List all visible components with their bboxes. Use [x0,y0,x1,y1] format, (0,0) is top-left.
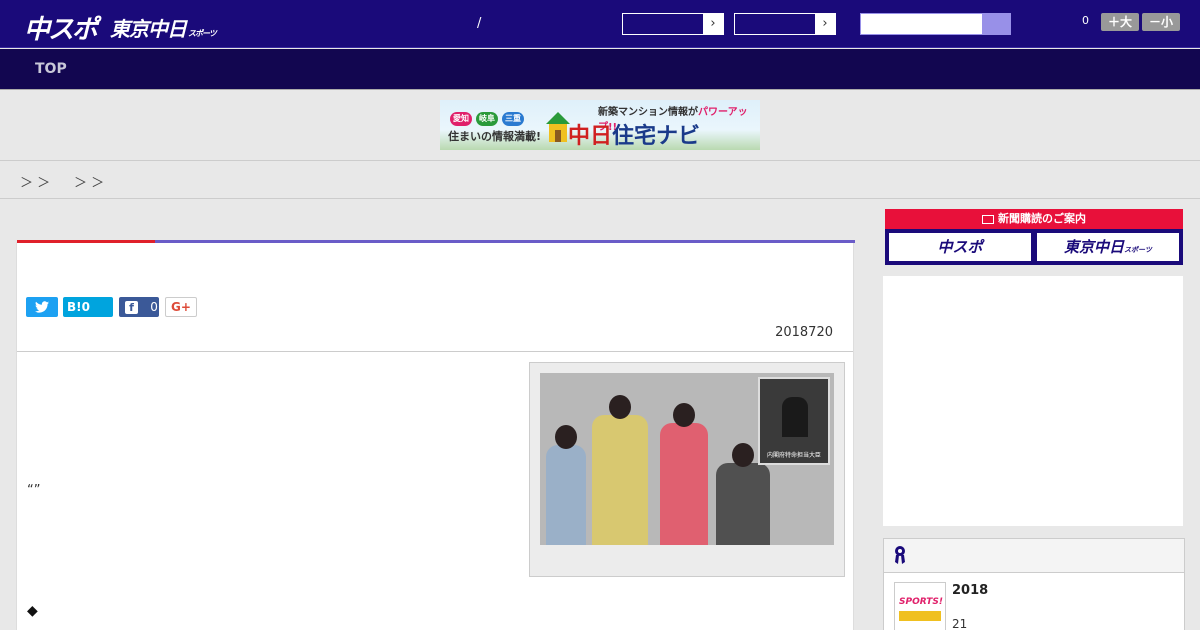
article-quote: “” [27,483,41,498]
article-date: 2018720 [775,325,833,340]
category-select-1[interactable]: › [622,13,724,35]
thumbnail-text: SPORTS! [899,597,943,607]
cast-head [609,395,631,419]
site-header: 中スポ 東京中日 スポーツ / › › 0 ＋大 －小 [0,0,1200,48]
banner-left-text: 住まいの情報満載! [448,130,542,143]
banner-top-text-main: 新築マンション情報が [598,107,698,118]
font-smaller-button[interactable]: －小 [1142,13,1180,31]
subscribe-tokyo-text: 東京中日 [1064,238,1125,256]
inset-caption: 内閣府特命担当大臣 [766,452,821,459]
subscribe-tokyo-button[interactable]: 東京中日スポーツ [1037,233,1179,261]
ranking-header [884,539,1184,573]
thumbnail-bar [899,611,941,621]
hatena-icon: B! [67,300,82,314]
twitter-icon [35,301,49,313]
breadcrumb-separator: ＞ ＞ [20,176,51,191]
tokyo-logo-small-text: スポーツ [188,29,217,38]
facebook-count: 0 [150,300,158,314]
header-divider: / [477,16,482,31]
cast-member [716,463,770,545]
main-nav: TOP [0,49,1200,90]
font-larger-button[interactable]: ＋大 [1101,13,1139,31]
ranking-item-subtitle: 21 [952,617,968,630]
chevron-right-icon[interactable]: › [703,14,723,34]
cast-head [673,403,695,427]
cast-head [732,443,754,467]
nav-item-top[interactable]: TOP [35,61,67,77]
facebook-icon: f [125,301,138,314]
newspaper-icon [982,214,994,224]
banner-brand-red: 中日 [568,124,613,149]
hatena-bookmark-button[interactable]: B!0 [63,297,113,317]
housing-navi-banner[interactable]: 愛知 岐阜 三重 住まいの情報満載! 新築マンション情報がパワーアップ!! 中日… [440,100,760,150]
subscription-header: 新聞購読のご案内 [885,209,1183,229]
banner-area: 愛知 岐阜 三重 住まいの情報満載! 新築マンション情報がパワーアップ!! 中日… [0,90,1200,161]
article-accent-bar-blue [155,240,855,243]
search-input[interactable] [860,13,1011,35]
ribbon-icon [895,546,905,564]
ranking-box: SPORTS! 2018 21 [883,538,1185,630]
hatena-count: 0 [81,300,90,314]
banner-pill-gifu: 岐阜 [476,112,498,126]
cast-member [546,445,586,545]
tokyo-chunichi-logo[interactable]: 東京中日 スポーツ [110,13,217,42]
category-select-2[interactable]: › [734,13,836,35]
google-plus-button[interactable]: G+ [165,297,197,317]
banner-pill-mie: 三重 [502,112,524,126]
cast-member [592,415,648,545]
breadcrumb: ＞ ＞ ＞ ＞ [0,161,1200,199]
tokyo-logo-text: 東京中日 [110,17,187,41]
notification-count: 0 [1082,14,1089,27]
article-divider [17,351,853,352]
banner-pill-aichi: 愛知 [450,112,472,126]
ranking-item-title[interactable]: 2018 [952,583,988,598]
subscription-header-text: 新聞購読のご案内 [998,212,1086,225]
photo-inset: 内閣府特命担当大臣 [758,377,830,465]
cast-photo: 内閣府特命担当大臣 [540,373,834,545]
subscribe-tokyo-small: スポーツ [1124,246,1152,254]
facebook-share-button[interactable]: f 0 [119,297,159,317]
banner-brand: 中日住宅ナビ [568,118,700,150]
cast-head [555,425,577,449]
subscribe-chuspo-button[interactable]: 中スポ [889,233,1031,261]
twitter-share-button[interactable] [26,297,58,317]
inset-person [782,397,808,437]
search-button[interactable] [982,14,1010,34]
breadcrumb-separator: ＞ ＞ [74,176,105,191]
banner-brand-blue: 住宅ナビ [612,124,701,149]
chevron-right-icon[interactable]: › [815,14,835,34]
ranking-thumbnail[interactable]: SPORTS! [894,582,946,630]
article-photo[interactable]: 内閣府特命担当大臣 [529,362,845,577]
article-accent-bar-red [17,240,155,243]
article-bullet: ◆ [27,603,38,619]
ad-slot[interactable] [883,276,1183,526]
article-card: B!0 f 0 G+ 2018720 “” ◆ 内閣府特命担当大臣 [16,240,855,630]
subscription-box: 新聞購読のご案内 中スポ 東京中日スポーツ [885,209,1183,265]
chuspo-logo[interactable]: 中スポ [24,9,98,46]
cast-member [660,423,708,545]
